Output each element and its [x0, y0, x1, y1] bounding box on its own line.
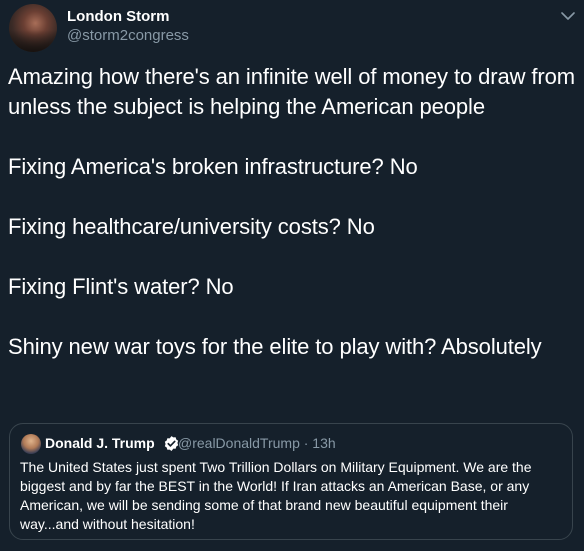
user-handle[interactable]: @storm2congress [67, 27, 189, 45]
quoted-tweet[interactable]: Donald J. Trump @realDonaldTrump · 13h T… [9, 423, 573, 540]
tweet[interactable]: London Storm @storm2congress Amazing how… [0, 0, 584, 551]
chevron-down-icon[interactable] [557, 6, 579, 26]
avatar-shade [9, 30, 57, 52]
display-name[interactable]: London Storm [67, 8, 169, 26]
quoted-avatar[interactable] [21, 434, 41, 454]
tweet-text: Amazing how there's an infinite well of … [8, 64, 575, 359]
quoted-display-name: Donald J. Trump [45, 435, 155, 451]
avatar[interactable] [9, 4, 57, 52]
quoted-handle-time: @realDonaldTrump · 13h [178, 435, 336, 451]
quoted-tweet-text: The United States just spent Two Trillio… [20, 459, 532, 532]
